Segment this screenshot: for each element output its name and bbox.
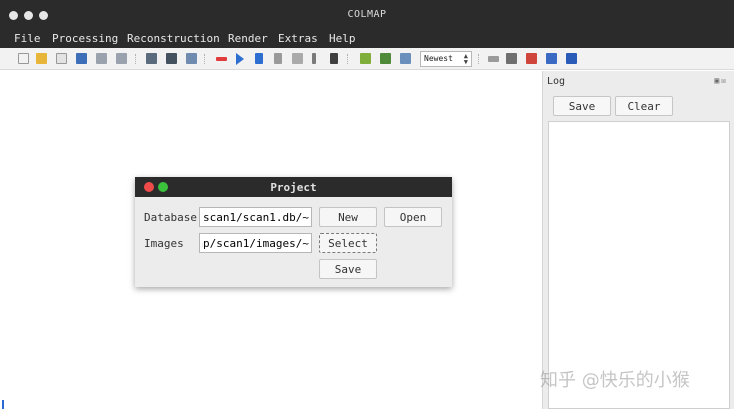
model-select-value: Newest: [424, 54, 453, 63]
toolbar-separator: [204, 54, 206, 64]
select-images-button[interactable]: Select: [319, 233, 377, 253]
watermark: 知乎 @快乐的小猴: [540, 370, 690, 391]
reconstruction-pause-icon[interactable]: [255, 53, 263, 64]
dialog-title: Project: [270, 181, 317, 194]
save-project-icon[interactable]: [76, 53, 87, 64]
grab-image-icon[interactable]: [546, 53, 557, 64]
menu-extras[interactable]: Extras: [278, 32, 318, 45]
new-project-icon[interactable]: [18, 53, 29, 64]
database-label: Database: [144, 211, 197, 224]
reconstruction-reset-icon[interactable]: [274, 53, 282, 64]
dialog-save-button[interactable]: Save: [319, 259, 377, 279]
grab-movie-icon[interactable]: [566, 53, 577, 64]
spinner-arrows-icon[interactable]: ▲ ▼: [464, 53, 468, 66]
toolbar-separator: [135, 54, 137, 64]
log-save-button[interactable]: Save: [553, 96, 611, 116]
open-database-button[interactable]: Open: [384, 207, 442, 227]
normalize-icon[interactable]: [292, 53, 303, 64]
toolbar-separator: [478, 54, 480, 64]
menu-reconstruction[interactable]: Reconstruction: [127, 32, 220, 45]
log-panel: Log ▣☒ Save Clear: [542, 71, 734, 409]
reconstruction-stats-icon[interactable]: [360, 53, 371, 64]
log-icon[interactable]: [400, 53, 411, 64]
import-icon[interactable]: [96, 53, 107, 64]
images-label: Images: [144, 237, 184, 250]
database-path-input[interactable]: [199, 207, 312, 227]
match-matrix-icon[interactable]: [380, 53, 391, 64]
project-dialog: Project Database New Open Images Select …: [135, 177, 452, 287]
reconstruction-step-icon[interactable]: [236, 53, 244, 65]
menu-bar: File Processing Reconstruction Render Ex…: [0, 30, 734, 48]
menu-processing[interactable]: Processing: [52, 32, 118, 45]
feature-extraction-icon[interactable]: [146, 53, 157, 64]
log-title: Log: [547, 76, 566, 87]
render-options-icon[interactable]: [488, 56, 499, 62]
toolbar: Newest ▲ ▼: [0, 48, 734, 70]
window-title: COLMAP: [347, 9, 387, 20]
title-bar: COLMAP: [0, 0, 734, 30]
chart-icon[interactable]: [526, 53, 537, 64]
open-project-icon[interactable]: [36, 53, 47, 64]
feature-matching-icon[interactable]: [166, 53, 177, 64]
close-dock-icon[interactable]: ☒: [721, 76, 728, 85]
toolbar-separator: [347, 54, 349, 64]
edit-project-icon[interactable]: [56, 53, 67, 64]
dock-controls: ▣☒: [714, 76, 728, 85]
menu-file[interactable]: File: [14, 32, 41, 45]
export-icon[interactable]: [116, 53, 127, 64]
log-clear-button[interactable]: Clear: [615, 96, 673, 116]
dense-reconstruction-icon[interactable]: [330, 53, 338, 64]
bundle-adjustment-icon[interactable]: [312, 53, 316, 64]
model-select[interactable]: Newest ▲ ▼: [420, 51, 472, 67]
menu-render[interactable]: Render: [228, 32, 268, 45]
images-path-input[interactable]: [199, 233, 312, 253]
render-icon[interactable]: [506, 53, 517, 64]
status-indicator: [2, 400, 4, 409]
dialog-title-bar: Project: [135, 177, 452, 197]
new-database-button[interactable]: New: [319, 207, 377, 227]
database-management-icon[interactable]: [186, 53, 197, 64]
reconstruction-start-icon[interactable]: [216, 57, 227, 61]
menu-help[interactable]: Help: [329, 32, 356, 45]
